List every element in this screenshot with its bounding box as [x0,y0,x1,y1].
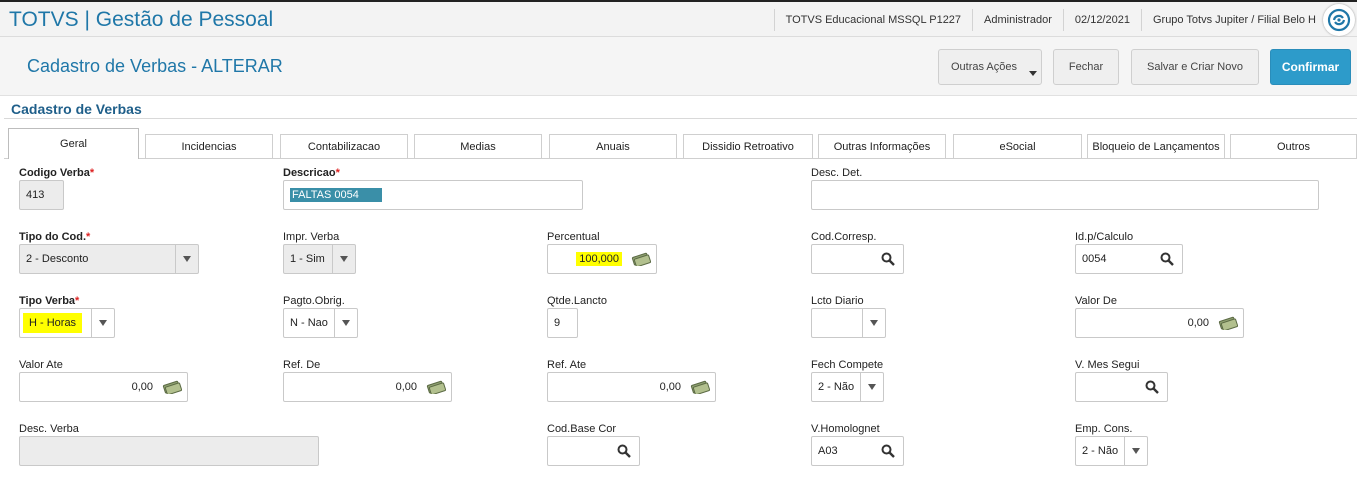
fech-compete-select[interactable]: 2 - Não [811,372,884,402]
chat-assistant-icon[interactable] [1323,4,1355,36]
money-icon[interactable] [1213,309,1243,337]
v-mes-segui-label: V. Mes Segui [1075,359,1140,371]
tab-incidencias[interactable]: Incidencias [145,134,273,158]
desc-verba-field[interactable] [19,436,319,466]
top-bar: TOTVS | Gestão de Pessoal TOTVS Educacio… [0,0,1357,37]
v-homolognet-label: V.Homolognet [811,423,880,435]
descricao-value: FALTAS 0054 [290,188,382,202]
page-header: Cadastro de Verbas - ALTERAR Outras Açõe… [0,37,1357,96]
session-info: TOTVS Educacional MSSQL P1227 Administra… [773,2,1327,37]
ref-de-label: Ref. De [283,359,321,371]
qtde-lancto-label: Qtde.Lancto [547,295,607,307]
money-icon[interactable] [421,373,451,401]
search-icon[interactable] [873,245,903,273]
ref-ate-field[interactable]: 0,00 [547,372,716,402]
chevron-down-icon [1029,71,1037,76]
database-name: TOTVS Educacional MSSQL P1227 [773,8,972,31]
impr-verba-select[interactable]: 1 - Sim [283,244,356,274]
percentual-field[interactable]: 100,000 [547,244,657,274]
descricao-label: Descricao* [283,167,340,179]
cod-corresp-label: Cod.Corresp. [811,231,877,243]
tipo-cod-label: Tipo do Cod.* [19,231,91,243]
fech-compete-label: Fech Compete [811,359,884,371]
section-divider [4,118,1357,119]
id-calculo-label: Id.p/Calculo [1075,231,1134,243]
ref-de-field[interactable]: 0,00 [283,372,452,402]
valor-de-label: Valor De [1075,295,1117,307]
ref-ate-label: Ref. Ate [547,359,587,371]
tab-divider [4,158,1357,159]
salvar-criar-novo-button[interactable]: Salvar e Criar Novo [1131,49,1259,85]
search-icon[interactable] [609,437,639,465]
search-icon[interactable] [873,437,903,465]
chevron-down-icon [334,309,357,337]
valor-ate-label: Valor Ate [19,359,63,371]
session-date: 02/12/2021 [1062,8,1141,31]
tipo-verba-select[interactable]: H - Horas [19,308,115,338]
outras-acoes-button[interactable]: Outras Ações [938,49,1042,85]
company-branch[interactable]: Grupo Totvs Jupiter / Filial Belo H [1140,8,1327,31]
emp-cons-select[interactable]: 2 - Não [1075,436,1148,466]
qtde-lancto-field[interactable]: 9 [547,308,578,338]
desc-det-label: Desc. Det. [811,167,863,179]
codigo-verba-label: Codigo Verba* [19,167,95,179]
tab-contabilizacao[interactable]: Contabilizacao [280,134,408,158]
confirmar-button[interactable]: Confirmar [1270,49,1351,85]
percentual-label: Percentual [547,231,600,243]
v-mes-segui-field[interactable] [1075,372,1168,402]
cod-corresp-field[interactable] [811,244,904,274]
impr-verba-label: Impr. Verba [283,231,340,243]
tab-geral[interactable]: Geral [8,128,139,159]
chevron-down-icon [862,309,885,337]
descricao-field[interactable]: FALTAS 0054 [283,180,583,210]
section-title: Cadastro de Verbas [11,101,142,117]
desc-det-field[interactable] [811,180,1319,210]
tab-outros[interactable]: Outros [1230,134,1357,158]
tipo-cod-select[interactable]: 2 - Desconto [19,244,199,274]
cod-base-cor-label: Cod.Base Cor [547,423,617,435]
chevron-down-icon [860,373,883,401]
pagto-obrig-select[interactable]: N - Nao [283,308,358,338]
search-icon[interactable] [1137,373,1167,401]
chevron-down-icon [1124,437,1147,465]
fechar-button[interactable]: Fechar [1053,49,1119,85]
tab-bloqueio-lancamentos[interactable]: Bloqueio de Lançamentos [1087,134,1225,158]
tab-dissidio-retroativo[interactable]: Dissidio Retroativo [683,134,813,158]
app-title: TOTVS | Gestão de Pessoal [9,8,274,31]
id-calculo-field[interactable]: 0054 [1075,244,1183,274]
desc-verba-label: Desc. Verba [19,423,79,435]
lcto-diario-select[interactable] [811,308,886,338]
chevron-down-icon [175,245,198,273]
tab-medias[interactable]: Medias [414,134,542,158]
tab-esocial[interactable]: eSocial [953,134,1082,158]
page-title: Cadastro de Verbas - ALTERAR [27,56,283,76]
valor-de-field[interactable]: 0,00 [1075,308,1244,338]
cod-base-cor-field[interactable] [547,436,640,466]
money-icon[interactable] [626,245,656,273]
pagto-obrig-label: Pagto.Obrig. [283,295,345,307]
emp-cons-label: Emp. Cons. [1075,423,1133,435]
money-icon[interactable] [685,373,715,401]
chevron-down-icon [91,309,114,337]
tab-outras-informacoes[interactable]: Outras Informações [818,134,946,158]
codigo-verba-field[interactable]: 413 [19,180,64,210]
tab-anuais[interactable]: Anuais [549,134,677,158]
valor-ate-field[interactable]: 0,00 [19,372,188,402]
lcto-diario-label: Lcto Diario [811,295,864,307]
v-homolognet-field[interactable]: A03 [811,436,904,466]
search-icon[interactable] [1152,245,1182,273]
chevron-down-icon [332,245,355,273]
user-name[interactable]: Administrador [972,8,1063,31]
money-icon[interactable] [157,373,187,401]
tipo-verba-label: Tipo Verba* [19,295,80,307]
outras-acoes-label: Outras Ações [950,61,1018,73]
